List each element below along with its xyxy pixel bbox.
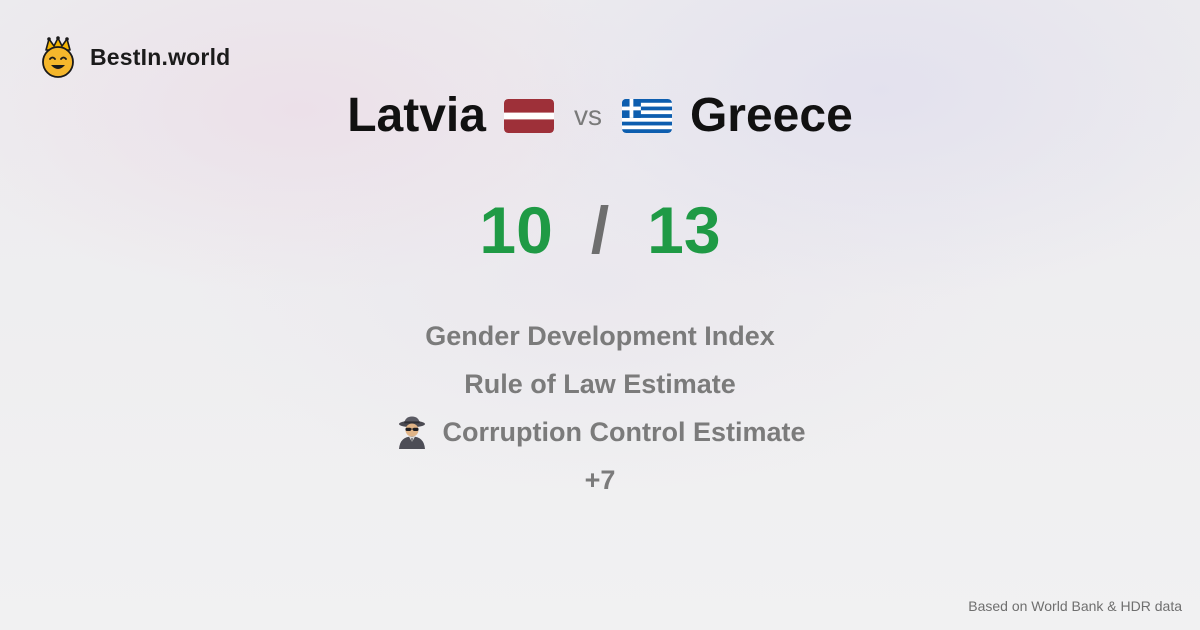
greece-flag-icon — [621, 98, 672, 133]
crown-smiley-icon — [40, 36, 76, 78]
metric-label: Rule of Law Estimate — [464, 368, 736, 399]
detective-icon — [395, 415, 429, 449]
metric-item: Gender Development Index — [425, 312, 775, 360]
country-left-name[interactable]: Latvia — [347, 88, 486, 143]
vs-label: vs — [573, 99, 602, 131]
country-right-name[interactable]: Greece — [690, 88, 853, 143]
metric-item: Rule of Law Estimate — [464, 360, 736, 408]
latvia-flag-icon — [503, 98, 554, 133]
score: 10 / 13 — [0, 192, 1200, 268]
score-separator: / — [590, 193, 610, 267]
score-left: 10 — [479, 193, 553, 267]
data-source-note: Based on World Bank & HDR data — [968, 598, 1182, 614]
metric-item[interactable]: +7 — [585, 456, 616, 504]
metric-label: Gender Development Index — [425, 320, 775, 351]
score-right: 13 — [647, 193, 721, 267]
metric-item: Corruption Control Estimate — [395, 408, 806, 456]
metrics-list: Gender Development Index Rule of Law Est… — [0, 312, 1200, 504]
more-metrics-count: +7 — [584, 464, 616, 495]
metric-label: Corruption Control Estimate — [442, 416, 806, 447]
brand-name: BestIn.world — [90, 43, 231, 70]
brand[interactable]: BestIn.world — [40, 36, 230, 78]
comparison-title: Latvia vs Greece — [0, 88, 1200, 143]
